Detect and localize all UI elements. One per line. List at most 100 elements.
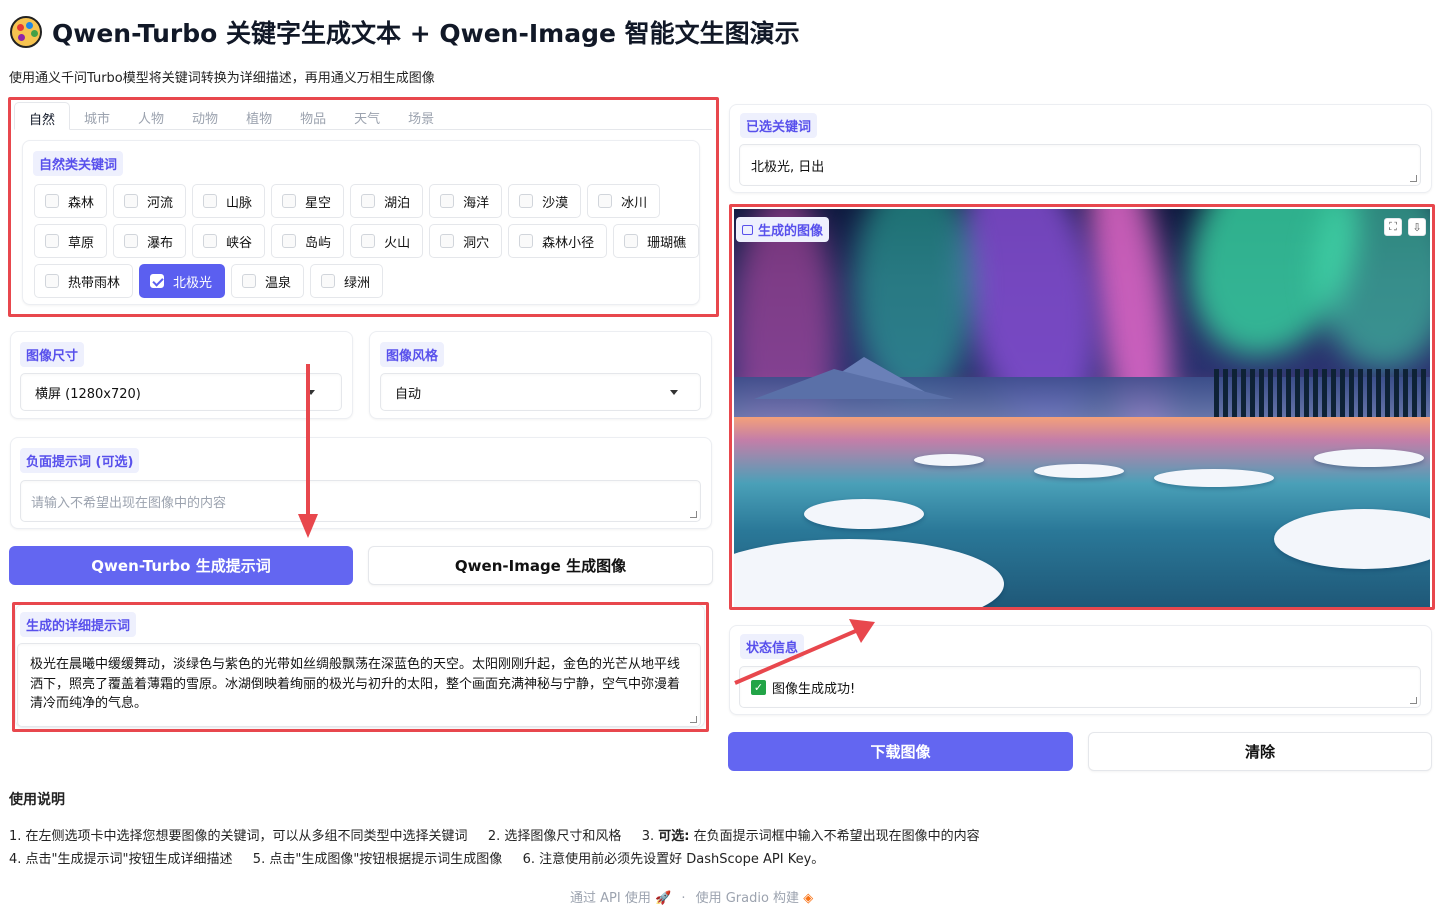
keyword-checkbox[interactable]: 温泉 <box>231 264 305 298</box>
checkbox-icon[interactable] <box>203 194 218 208</box>
keyword-label: 北极光 <box>173 275 213 291</box>
keyword-label: 湖泊 <box>384 195 411 211</box>
checkbox-icon[interactable] <box>624 234 639 248</box>
built-with-gradio-link[interactable]: 使用 Gradio 构建 <box>696 891 799 906</box>
keyword-checkbox[interactable]: 岛屿 <box>271 224 345 258</box>
checkbox-icon[interactable] <box>124 234 139 248</box>
checkbox-icon[interactable] <box>45 194 59 208</box>
image-icon <box>742 224 753 235</box>
keyword-checkbox[interactable]: 北极光 <box>139 264 226 298</box>
resize-handle-icon[interactable] <box>690 511 697 518</box>
tab-weather[interactable]: 天气 <box>340 102 394 130</box>
generated-image <box>734 209 1430 607</box>
tab-scenes[interactable]: 场景 <box>394 102 448 130</box>
keyword-checkbox[interactable]: 森林小径 <box>508 224 608 258</box>
clear-button[interactable]: 清除 <box>1088 732 1432 771</box>
negative-prompt-placeholder: 请输入不希望出现在图像中的内容 <box>31 495 227 511</box>
keyword-checkbox[interactable]: 绿洲 <box>310 264 384 298</box>
checkbox-icon[interactable] <box>321 274 336 288</box>
tab-plants[interactable]: 植物 <box>232 102 286 130</box>
checkbox-icon[interactable] <box>440 234 455 248</box>
tab-people[interactable]: 人物 <box>124 102 178 130</box>
step-text: 在左侧选项卡中选择您想要图像的关键词，可以从多组不同类型中选择关键词 <box>25 829 468 844</box>
checkbox-icon[interactable] <box>45 234 59 248</box>
selected-keywords-field[interactable]: 北极光, 日出 <box>739 144 1421 186</box>
step-text: 选择图像尺寸和风格 <box>504 829 622 844</box>
tab-nature[interactable]: 自然 <box>14 102 71 130</box>
checkbox-icon[interactable] <box>45 274 59 288</box>
image-style-dropdown[interactable]: 自动 <box>380 373 701 411</box>
keyword-checkbox[interactable]: 海洋 <box>429 184 503 218</box>
checkbox-icon[interactable] <box>203 234 218 248</box>
generate-image-button[interactable]: Qwen-Image 生成图像 <box>368 546 713 585</box>
chevron-down-icon <box>670 390 678 395</box>
keyword-checkbox[interactable]: 洞穴 <box>429 224 503 258</box>
checkbox-icon[interactable] <box>598 194 613 208</box>
tab-city[interactable]: 城市 <box>70 102 124 130</box>
checkbox-icon[interactable] <box>282 194 297 208</box>
download-icon[interactable]: ⇩ <box>1408 218 1426 236</box>
image-size-dropdown[interactable]: 横屏 (1280x720) <box>20 373 342 411</box>
keyword-checkbox-group: 森林 河流 山脉 星空 湖泊 海洋 沙漠 冰川草原 瀑布 峡谷 岛屿 火山 洞穴 森林小径 珊瑚礁热带雨林 北… <box>34 184 700 298</box>
keyword-checkbox[interactable]: 湖泊 <box>350 184 424 218</box>
keyword-label: 火山 <box>384 235 411 251</box>
step-text: 点击"生成提示词"按钮生成详细描述 <box>25 852 233 867</box>
keyword-checkbox[interactable]: 河流 <box>113 184 187 218</box>
step-number: 3. <box>641 829 655 844</box>
checkbox-icon[interactable] <box>519 234 534 248</box>
checkbox-checked-icon[interactable] <box>150 274 165 288</box>
generated-image-label-text: 生成的图像 <box>758 224 824 239</box>
keyword-label: 森林小径 <box>542 235 595 251</box>
checkbox-icon[interactable] <box>519 194 534 208</box>
tab-objects[interactable]: 物品 <box>286 102 340 130</box>
keyword-checkbox[interactable]: 草原 <box>34 224 108 258</box>
keyword-label: 瀑布 <box>147 235 174 251</box>
detail-prompt-textarea[interactable]: 极光在晨曦中缓缓舞动，淡绿色与紫色的光带如丝绸般飘荡在深蓝色的天空。太阳刚刚升起… <box>17 643 701 727</box>
step-number: 5. <box>252 852 266 867</box>
checkbox-icon[interactable] <box>361 194 376 208</box>
keyword-checkbox[interactable]: 星空 <box>271 184 345 218</box>
resize-handle-icon[interactable] <box>1410 175 1417 182</box>
resize-handle-icon[interactable] <box>690 716 697 723</box>
detail-prompt-text: 极光在晨曦中缓缓舞动，淡绿色与紫色的光带如丝绸般飘荡在深蓝色的天空。太阳刚刚升起… <box>30 657 681 711</box>
tab-animals[interactable]: 动物 <box>178 102 232 130</box>
keyword-checkbox[interactable]: 森林 <box>34 184 108 218</box>
negative-prompt-input[interactable]: 请输入不希望出现在图像中的内容 <box>20 480 701 522</box>
step-number: 4. <box>9 852 22 867</box>
keyword-checkbox[interactable]: 冰川 <box>587 184 661 218</box>
resize-handle-icon[interactable] <box>1410 697 1417 704</box>
checkbox-icon[interactable] <box>124 194 139 208</box>
keyword-checkbox[interactable]: 瀑布 <box>113 224 187 258</box>
keyword-checkbox[interactable]: 峡谷 <box>192 224 266 258</box>
image-style-value: 自动 <box>395 386 422 402</box>
selected-keywords-value: 北极光, 日出 <box>751 159 825 175</box>
image-style-label: 图像风格 <box>380 342 445 367</box>
keyword-checkbox[interactable]: 热带雨林 <box>34 264 134 298</box>
keyword-label: 沙漠 <box>542 195 569 211</box>
annotation-arrow-down-head <box>298 514 318 538</box>
keyword-label: 森林 <box>68 195 95 211</box>
keyword-label: 星空 <box>305 195 332 211</box>
instructions-line-1: 1. 在左侧选项卡中选择您想要图像的关键词，可以从多组不同类型中选择关键词 2.… <box>9 825 980 844</box>
keyword-checkbox[interactable]: 珊瑚礁 <box>613 224 700 258</box>
keyword-checkbox[interactable]: 沙漠 <box>508 184 582 218</box>
keywords-group-label: 自然类关键词 <box>33 151 124 176</box>
step-number: 6. <box>522 852 535 867</box>
checkbox-icon[interactable] <box>242 274 257 288</box>
checkbox-icon[interactable] <box>282 234 297 248</box>
keyword-label: 岛屿 <box>305 235 332 251</box>
step-text: 在负面提示词框中输入不希望出现在图像中的内容 <box>693 829 980 844</box>
checkbox-icon[interactable] <box>361 234 376 248</box>
download-button[interactable]: 下载图像 <box>728 732 1073 771</box>
step-text: 注意使用前必须先设置好 DashScope API Key。 <box>539 852 825 867</box>
keyword-label: 海洋 <box>463 195 490 211</box>
annotation-arrow-diagonal <box>734 619 875 685</box>
image-size-value: 横屏 (1280x720) <box>35 386 141 402</box>
keyword-checkbox[interactable]: 火山 <box>350 224 424 258</box>
use-via-api-link[interactable]: 通过 API 使用 <box>570 891 651 906</box>
keyword-checkbox[interactable]: 山脉 <box>192 184 266 218</box>
keyword-tabs: 自然 城市 人物 动物 植物 物品 天气 场景 <box>14 102 712 130</box>
checkbox-icon[interactable] <box>440 194 455 208</box>
fullscreen-icon[interactable]: ⛶ <box>1384 218 1402 236</box>
generate-prompt-button[interactable]: Qwen-Turbo 生成提示词 <box>9 546 353 585</box>
